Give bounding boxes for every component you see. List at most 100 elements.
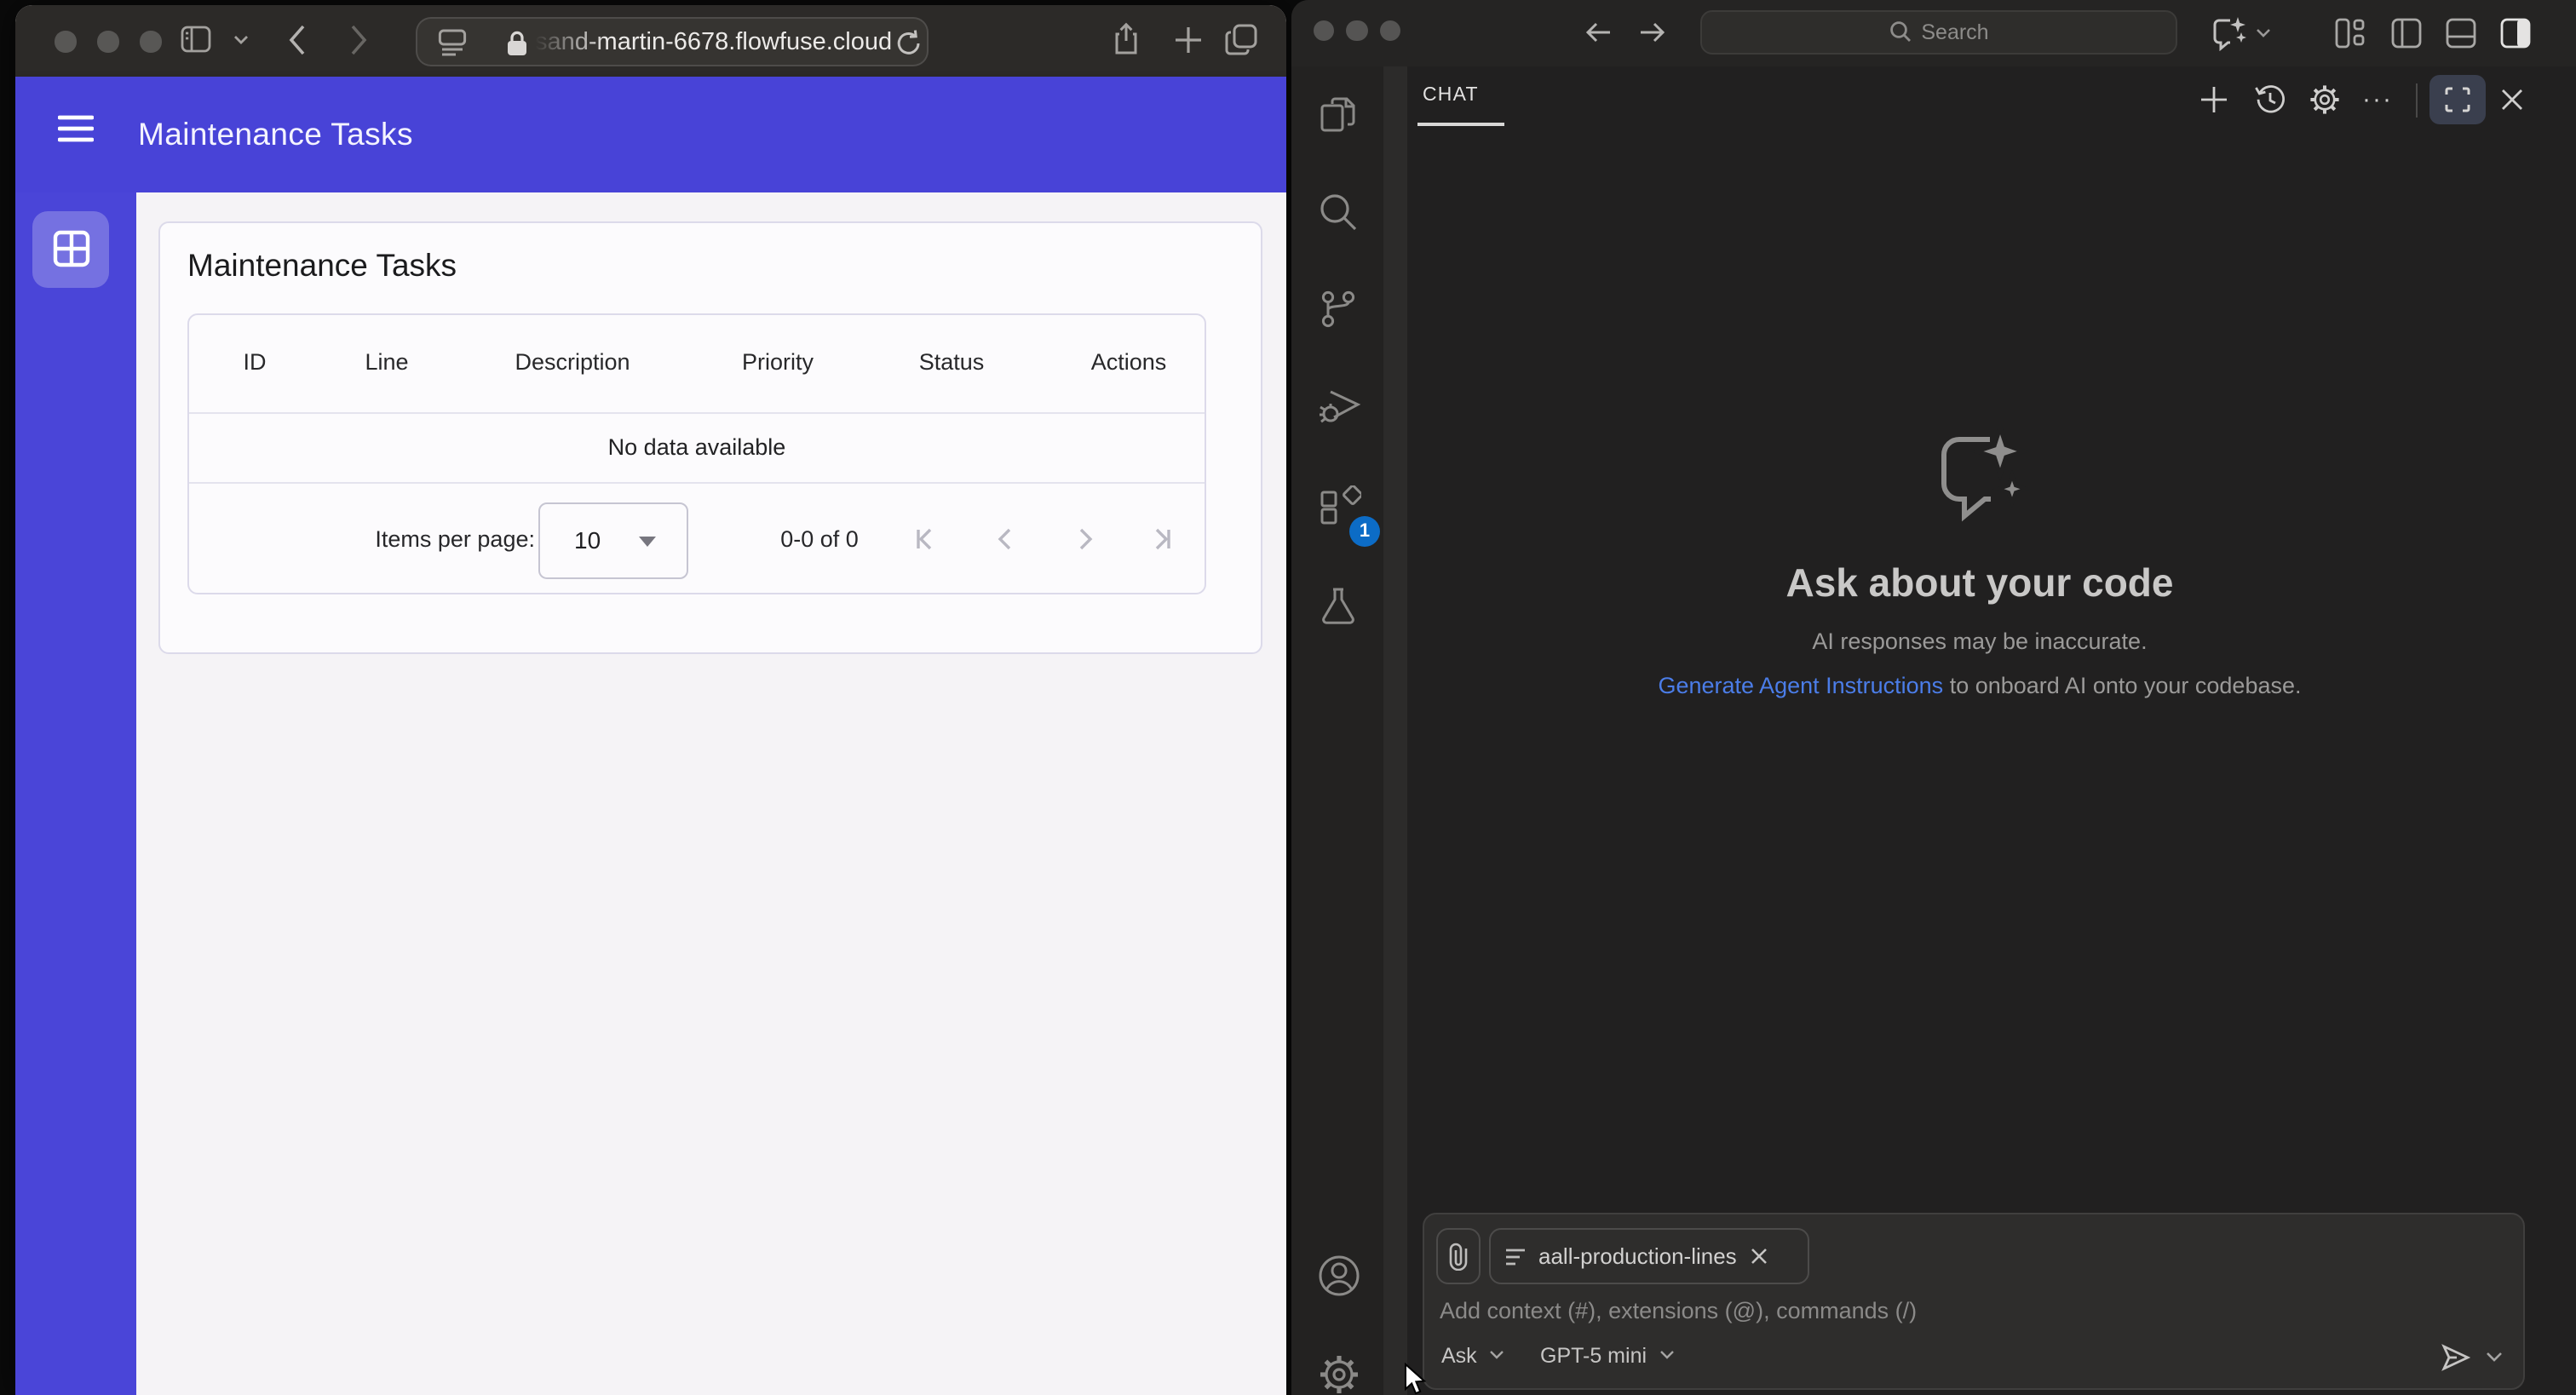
active-tab-indicator xyxy=(1417,123,1504,125)
page-settings-icon[interactable] xyxy=(438,28,467,55)
safari-window: sand-martin-6678.flowfuse.cloud Maintena… xyxy=(15,5,1285,1395)
close-panel-icon[interactable] xyxy=(2493,80,2532,119)
reload-icon[interactable] xyxy=(896,28,922,55)
settings-gear-icon[interactable] xyxy=(1316,1352,1359,1395)
column-header-id: ID xyxy=(243,349,267,375)
extensions-badge: 1 xyxy=(1349,516,1380,547)
chat-panel: CHAT ··· Ask about your code AI response… xyxy=(1407,66,2576,1395)
items-per-page-select[interactable]: 10 xyxy=(538,502,688,578)
context-chip-label: aall-production-lines xyxy=(1538,1243,1737,1269)
remove-context-icon[interactable] xyxy=(1751,1247,1769,1266)
paperclip-icon xyxy=(1448,1242,1469,1271)
empty-table-message: No data available xyxy=(607,433,786,459)
context-chip[interactable]: aall-production-lines xyxy=(1489,1228,1809,1284)
traffic-close-button[interactable] xyxy=(1313,20,1334,41)
chat-history-icon[interactable] xyxy=(2251,80,2290,119)
card-title: Maintenance Tasks xyxy=(187,246,457,282)
column-header-status: Status xyxy=(918,349,985,375)
empty-state-link-suffix: to onboard AI onto your codebase. xyxy=(1943,673,2302,698)
attach-context-button[interactable] xyxy=(1436,1228,1481,1284)
grid-icon xyxy=(52,230,89,267)
toggle-primary-sidebar-icon[interactable] xyxy=(2390,17,2423,49)
mode-dropdown[interactable]: Ask xyxy=(1441,1344,1504,1368)
mode-label: Ask xyxy=(1441,1344,1477,1368)
nav-forward-icon[interactable] xyxy=(1637,17,1668,48)
more-actions-icon[interactable]: ··· xyxy=(2358,80,2397,119)
chevron-down-icon xyxy=(1659,1349,1674,1363)
traffic-minimize-button[interactable] xyxy=(1346,20,1367,41)
chat-settings-gear-icon[interactable] xyxy=(2305,80,2344,119)
toggle-panel-icon[interactable] xyxy=(2445,17,2477,49)
list-selection-icon xyxy=(1504,1246,1527,1266)
new-chat-icon[interactable] xyxy=(2194,80,2234,119)
sidebar-chevron-down-icon[interactable] xyxy=(233,34,249,46)
first-page-button[interactable] xyxy=(894,508,956,570)
customize-layout-icon[interactable] xyxy=(2334,17,2366,49)
share-icon[interactable] xyxy=(1113,22,1140,56)
sidebar-toggle-icon[interactable] xyxy=(181,26,211,53)
toolbar-divider xyxy=(2416,83,2418,118)
chat-empty-state: Ask about your code AI responses may be … xyxy=(1407,424,2552,698)
back-button[interactable] xyxy=(288,24,307,56)
panel-edge[interactable] xyxy=(1383,66,1407,1395)
dashboard-sidebar xyxy=(15,192,136,1395)
new-tab-icon[interactable] xyxy=(1174,26,1203,55)
chat-input-box[interactable]: aall-production-lines Add context (#), e… xyxy=(1423,1213,2524,1390)
maximize-icon xyxy=(2445,87,2470,112)
column-header-description: Description xyxy=(515,349,630,375)
command-center-search[interactable]: Search xyxy=(1700,9,2177,54)
toggle-secondary-sidebar-icon[interactable] xyxy=(2499,17,2532,49)
send-options-chevron-icon[interactable] xyxy=(2486,1351,2503,1364)
pagination-range: 0-0 of 0 xyxy=(780,525,859,551)
hamburger-menu-icon[interactable] xyxy=(58,114,94,143)
chat-input-placeholder[interactable]: Add context (#), extensions (@), command… xyxy=(1440,1298,1917,1323)
select-caret-icon xyxy=(639,536,656,546)
forward-button[interactable] xyxy=(349,24,368,56)
search-icon[interactable] xyxy=(1316,191,1359,233)
table-pagination: Items per page: 10 0-0 of 0 xyxy=(189,483,1205,593)
items-per-page-value: 10 xyxy=(574,525,601,553)
app-bar-title: Maintenance Tasks xyxy=(138,116,413,152)
tab-overview-icon[interactable] xyxy=(1225,24,1257,56)
safari-toolbar: sand-martin-6678.flowfuse.cloud xyxy=(15,5,1285,77)
mouse-cursor xyxy=(1404,1363,1426,1395)
prev-page-button[interactable] xyxy=(975,508,1036,570)
traffic-zoom-button[interactable] xyxy=(1379,20,1400,41)
next-page-button[interactable] xyxy=(1053,508,1114,570)
empty-state-title: Ask about your code xyxy=(1785,560,2174,605)
search-placeholder: Search xyxy=(1921,20,1989,43)
chevron-down-icon xyxy=(1490,1349,1504,1363)
model-label: GPT-5 mini xyxy=(1540,1344,1647,1368)
nav-back-icon[interactable] xyxy=(1583,17,1613,48)
items-per-page-label: Items per page: xyxy=(375,525,535,551)
empty-state-subtitle: AI responses may be inaccurate. xyxy=(1812,629,2148,654)
last-page-button[interactable] xyxy=(1130,508,1191,570)
maintenance-tasks-card: Maintenance Tasks ID Line Description Pr… xyxy=(158,221,1262,653)
traffic-zoom-button[interactable] xyxy=(140,31,161,52)
account-icon[interactable] xyxy=(1316,1254,1359,1296)
copilot-icon[interactable] xyxy=(2211,15,2249,51)
lock-icon xyxy=(506,30,528,55)
chat-sparkle-icon xyxy=(1407,424,2552,523)
model-dropdown[interactable]: GPT-5 mini xyxy=(1540,1344,1674,1368)
traffic-minimize-button[interactable] xyxy=(97,31,118,52)
traffic-close-button[interactable] xyxy=(55,31,76,52)
dashboard-content: Maintenance Tasks ID Line Description Pr… xyxy=(136,192,1285,1395)
maximize-panel-button[interactable] xyxy=(2429,75,2486,124)
generate-agent-instructions-link[interactable]: Generate Agent Instructions xyxy=(1658,673,1943,698)
testing-icon[interactable] xyxy=(1316,584,1359,627)
url-text: sand-martin-6678.flowfuse.cloud xyxy=(535,28,893,55)
send-button[interactable] xyxy=(2441,1344,2470,1371)
tab-chat[interactable]: CHAT xyxy=(1423,85,1479,106)
run-debug-icon[interactable] xyxy=(1316,385,1360,428)
address-bar[interactable]: sand-martin-6678.flowfuse.cloud xyxy=(416,16,929,66)
copilot-chevron-down-icon[interactable] xyxy=(2256,27,2271,39)
explorer-icon[interactable] xyxy=(1316,94,1359,136)
column-header-actions: Actions xyxy=(1090,349,1167,375)
vscode-titlebar: Search xyxy=(1291,0,2576,66)
sidebar-item-maintenance-tasks[interactable] xyxy=(32,210,109,287)
column-header-line: Line xyxy=(365,349,409,375)
source-control-icon[interactable] xyxy=(1316,288,1359,330)
vscode-window: Search 1 CHAT ··· Ask about your code AI… xyxy=(1291,0,2576,1395)
desktop: sand-martin-6678.flowfuse.cloud Maintena… xyxy=(0,0,2576,1395)
